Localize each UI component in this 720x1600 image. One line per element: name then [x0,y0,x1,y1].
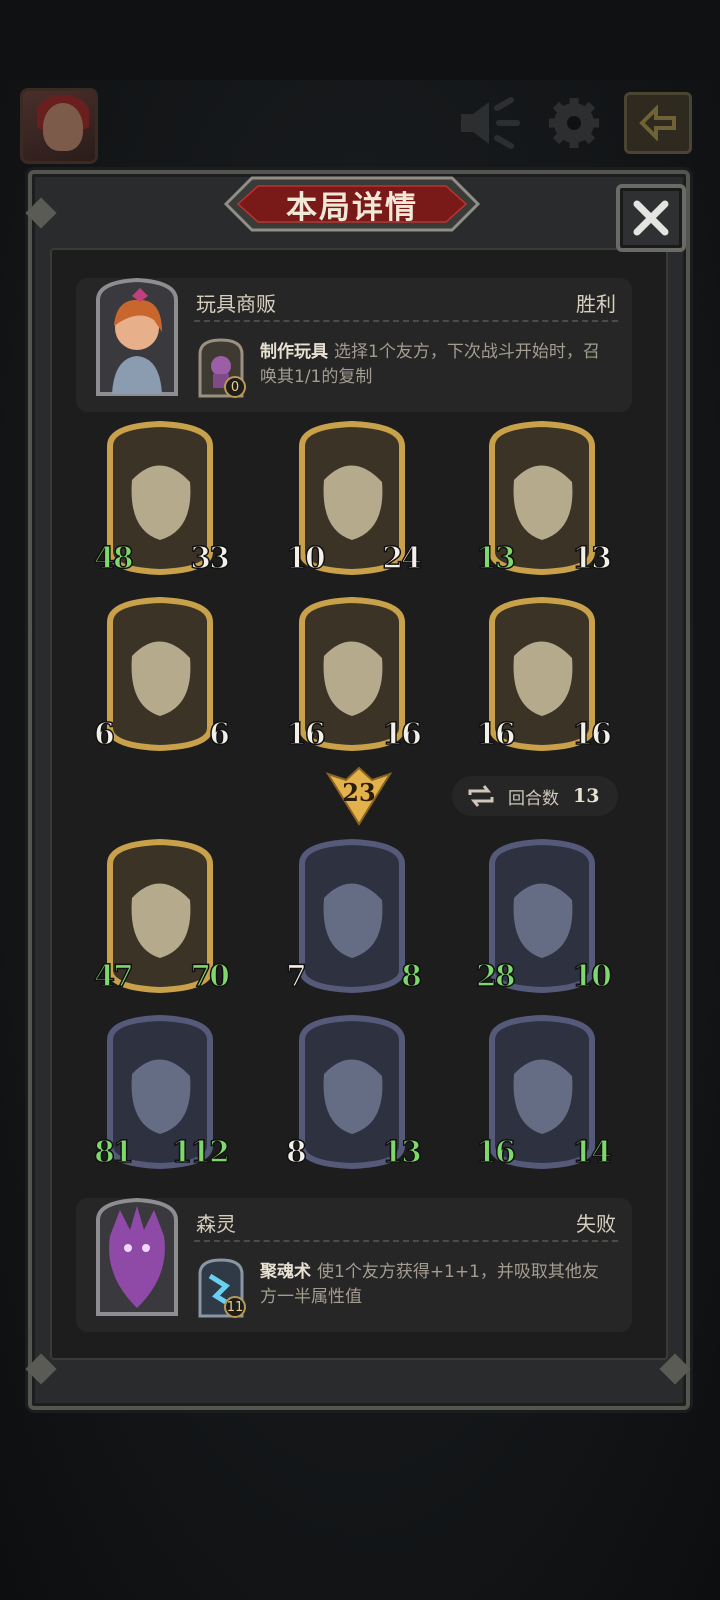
player-section-loser: 森灵 失败 11 聚魂术 使1个友方获得+1+1，并吸取其他友方一半属性值 [76,1196,632,1332]
player-section-winner: 玩具商贩 胜利 0 制作玩具 选择1个友方，下次战斗开始时，召唤其1/1的复制 [76,276,632,412]
unit-card-hooded-guard[interactable]: 78 [285,838,423,996]
unit-card-cursed-sword[interactable]: 16 14 [475,1014,613,1172]
attack-value: 81 [93,1134,134,1171]
damage-value: 23 [342,778,376,807]
divider [194,1240,618,1242]
health-value: 16 [382,716,423,753]
unit-card-brute[interactable]: 47 70 [93,838,231,996]
close-icon [633,200,669,236]
gear-icon[interactable] [540,92,608,154]
health-value: 6 [208,716,230,753]
health-value: 33 [190,540,231,577]
health-value: 70 [190,958,231,995]
match-result: 失败 [576,1212,616,1236]
unit-card-clown-toy[interactable]: 13 13 [475,420,613,578]
player-name: 森灵 [196,1212,236,1236]
attack-value: 28 [475,958,516,995]
health-value: 16 [572,716,613,753]
health-value: 13 [572,540,613,577]
status-bar-area [0,0,720,80]
match-result: 胜利 [576,292,616,316]
unit-card-armored-warrior[interactable]: 8 13 [285,1014,423,1172]
attack-value: 48 [93,540,134,577]
skill-name: 聚魂术 [260,1262,311,1282]
unit-card-armored-warrior[interactable]: 81 112 [93,1014,231,1172]
skill-description: 聚魂术 使1个友方获得+1+1，并吸取其他友方一半属性值 [260,1260,600,1310]
attack-value: 16 [475,716,516,753]
divider [194,320,618,322]
attack-value: 16 [475,1134,516,1171]
page-title: 本局详情 [286,189,418,226]
attack-value: 10 [285,540,326,577]
close-button[interactable] [616,184,686,252]
health-value: 14 [572,1134,613,1171]
unit-card-bone-dragon[interactable]: 16 16 [285,596,423,754]
skill-cost-badge: 0 [224,376,246,398]
attack-value: 8 [285,1134,307,1171]
unit-card-dark-knight[interactable]: 28 10 [475,838,613,996]
health-value: 24 [382,540,423,577]
unit-card-bone-dragon[interactable]: 16 16 [475,596,613,754]
round-counter: 回合数 13 [452,776,618,816]
player-name: 玩具商贩 [196,292,276,316]
skill-name: 制作玩具 [260,342,328,362]
attack-value: 13 [475,540,516,577]
health-value: 112 [171,1134,231,1171]
unit-card-zeppelin[interactable]: 66 [93,596,231,754]
hero-portrait-toy-merchant[interactable] [90,276,184,400]
player-avatar[interactable] [20,88,98,164]
skill-description: 制作玩具 选择1个友方，下次战斗开始时，召唤其1/1的复制 [260,340,600,390]
speaker-icon[interactable] [456,92,524,154]
title-plate: 本局详情 [222,174,482,234]
skill-cost-badge: 11 [224,1296,246,1318]
health-value: 8 [400,958,422,995]
unit-card-bone-dragon[interactable]: 48 33 [93,420,231,578]
damage-badge: 23 [325,766,393,826]
attack-value: 6 [93,716,115,753]
attack-value: 16 [285,716,326,753]
hero-portrait-forest-spirit[interactable] [90,1196,184,1320]
round-value: 13 [573,785,600,807]
health-value: 13 [382,1134,423,1171]
unit-card-skeleton-warlock[interactable]: 10 24 [285,420,423,578]
attack-value: 47 [93,958,134,995]
round-label: 回合数 [508,788,559,809]
repeat-icon [468,785,494,807]
health-value: 10 [572,958,613,995]
attack-value: 7 [285,958,307,995]
back-button[interactable] [624,92,692,154]
